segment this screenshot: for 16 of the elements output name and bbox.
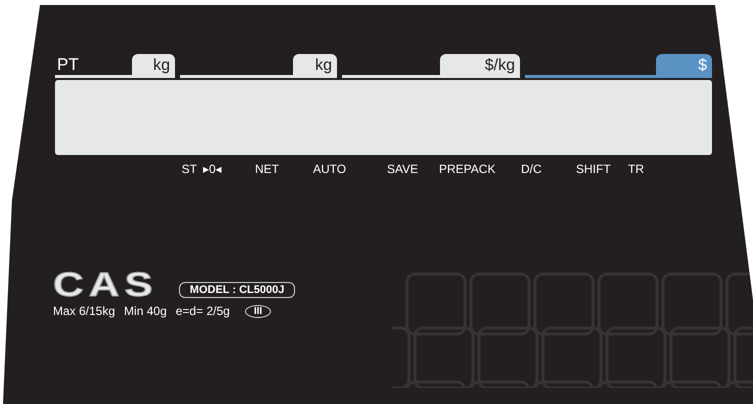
indicator-label: SAVE	[386, 162, 420, 176]
indicator-label: TR	[627, 162, 645, 176]
indicator-label: ST	[180, 162, 197, 176]
spec-text: e=d= 2/5g	[176, 304, 230, 318]
spec-text: Min 40g	[124, 304, 167, 318]
brand-logo: CAS	[53, 270, 158, 300]
spec-text: Max 6/15kg	[53, 304, 116, 318]
indicator-label: PREPACK	[438, 162, 496, 176]
indicator-label: D/C	[520, 162, 543, 176]
indicator-label: SHIFT	[575, 162, 612, 176]
indicator-label: AUTO	[312, 162, 348, 176]
display-label: PT	[57, 55, 79, 75]
model-badge: MODEL : CL5000J	[178, 282, 296, 298]
indicator-label: ▸0◂	[202, 162, 223, 176]
indicator-label: NET	[254, 162, 280, 176]
accuracy-class-badge: III	[244, 304, 272, 318]
